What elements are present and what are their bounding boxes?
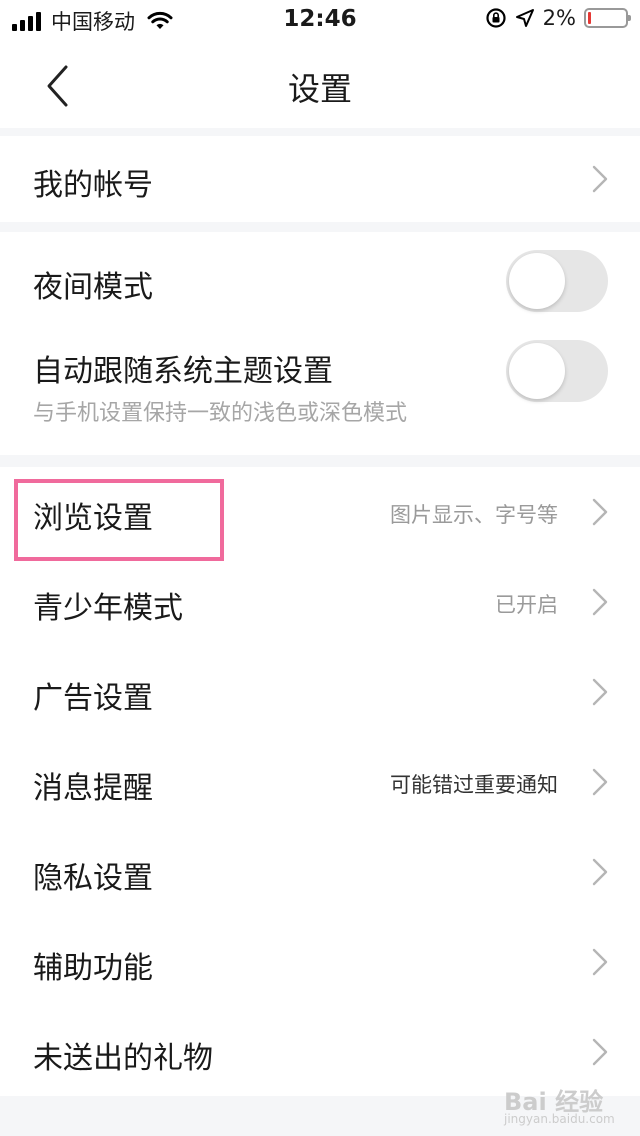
settings-row-privacy[interactable]: 隐私设置 xyxy=(0,827,640,917)
row-label: 夜间模式 xyxy=(33,270,153,305)
watermark-url: jingyan.baidu.com xyxy=(504,1112,615,1126)
row-label: 辅助功能 xyxy=(33,951,153,986)
settings-row-follow-system: 自动跟随系统主题设置 与手机设置保持一致的浅色或深色模式 xyxy=(0,332,640,455)
toggle-knob xyxy=(509,253,565,309)
row-subtitle: 与手机设置保持一致的浅色或深色模式 xyxy=(33,401,408,426)
battery-level xyxy=(588,12,591,24)
section-divider xyxy=(0,222,640,232)
nav-bar: 设置 xyxy=(0,44,640,128)
settings-row-teen-mode[interactable]: 青少年模式 已开启 xyxy=(0,557,640,647)
settings-row-ads[interactable]: 广告设置 xyxy=(0,647,640,737)
row-label: 自动跟随系统主题设置 xyxy=(33,354,333,389)
row-label: 广告设置 xyxy=(33,681,153,716)
follow-system-toggle[interactable] xyxy=(506,340,608,402)
baidu-jingyan-watermark: Bai 经验 jingyan.baidu.com xyxy=(504,1062,622,1132)
chevron-right-icon xyxy=(592,678,608,706)
toggle-knob xyxy=(509,343,565,399)
status-bar: 中国移动 12:46 2% xyxy=(0,0,640,40)
chevron-right-icon xyxy=(592,948,608,976)
section-divider xyxy=(0,455,640,467)
battery-percent: 2% xyxy=(542,6,576,30)
row-value: 图片显示、字号等 xyxy=(390,503,558,527)
chevron-right-icon xyxy=(592,588,608,616)
battery-icon xyxy=(584,8,631,28)
chevron-right-icon xyxy=(592,165,608,193)
row-label: 隐私设置 xyxy=(33,861,153,896)
settings-row-night-mode: 夜间模式 xyxy=(0,232,640,332)
row-value: 可能错过重要通知 xyxy=(390,773,558,797)
page-title: 设置 xyxy=(287,70,352,108)
location-icon xyxy=(515,9,534,27)
section-divider xyxy=(0,128,640,136)
status-right: 2% xyxy=(485,6,631,30)
row-label: 消息提醒 xyxy=(33,771,153,806)
annotation-highlight-box xyxy=(14,479,224,561)
chevron-right-icon xyxy=(592,768,608,796)
row-label: 未送出的礼物 xyxy=(33,1041,213,1076)
settings-row-notifications[interactable]: 消息提醒 可能错过重要通知 xyxy=(0,737,640,827)
row-label: 我的帐号 xyxy=(33,168,153,203)
settings-row-accessibility[interactable]: 辅助功能 xyxy=(0,917,640,1007)
row-value: 已开启 xyxy=(495,593,558,617)
rotation-lock-icon xyxy=(486,8,506,28)
chevron-right-icon xyxy=(592,498,608,526)
row-label: 青少年模式 xyxy=(33,591,183,626)
chevron-right-icon xyxy=(592,858,608,886)
night-mode-toggle[interactable] xyxy=(506,250,608,312)
settings-row-account[interactable]: 我的帐号 xyxy=(0,136,640,222)
